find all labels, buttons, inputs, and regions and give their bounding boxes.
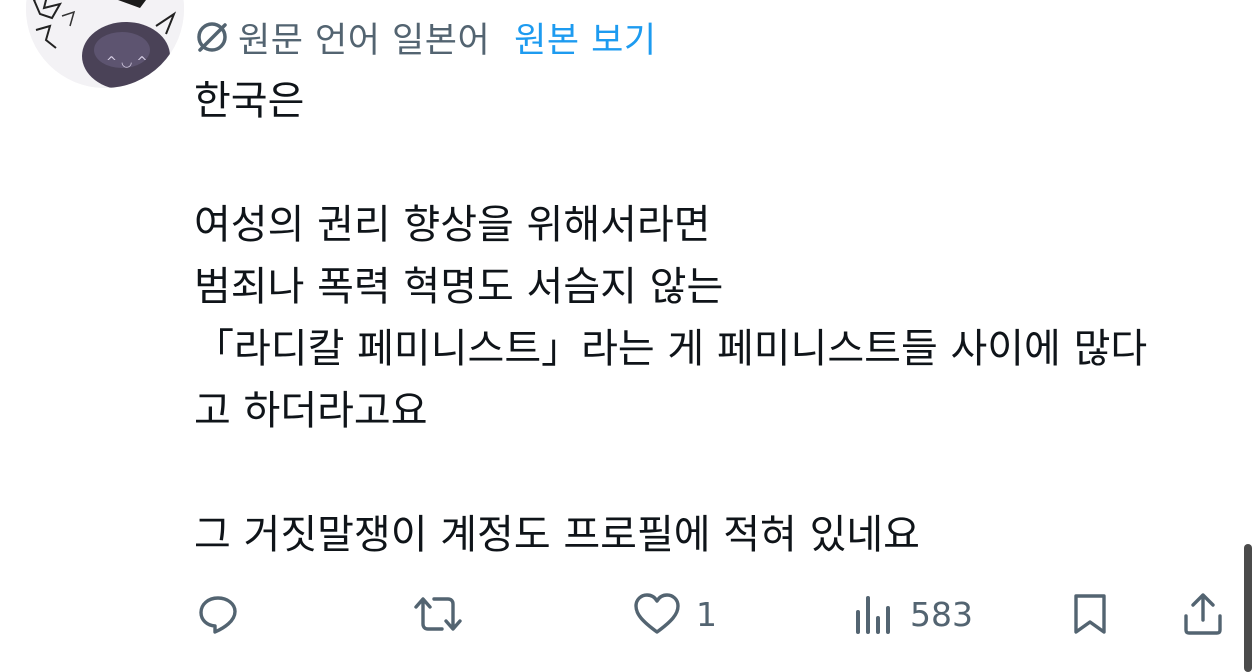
tweet-line: 고 하더라고요	[194, 388, 428, 434]
retweet-button[interactable]	[412, 584, 464, 644]
reply-icon	[194, 590, 242, 638]
tweet-line: 여성의 권리 향상을 위해서라면	[194, 202, 711, 248]
translate-icon	[194, 19, 230, 55]
tweet-line: 「라디칼 페미니스트」라는 게 페미니스트들 사이에 많다	[194, 326, 1148, 372]
scrollbar-thumb[interactable]	[1244, 544, 1252, 672]
views-icon	[852, 590, 896, 638]
translation-label: 원문 언어 일본어	[238, 20, 491, 61]
tweet-line: 한국은	[194, 78, 305, 124]
views-count: 583	[910, 594, 973, 634]
tweet-line: 그 거짓말쟁이 계정도 프로필에 적혀 있네요	[194, 512, 920, 558]
translation-notice: 원문 언어 일본어 원본 보기	[194, 12, 657, 63]
svg-text:^ ◡ ^: ^ ◡ ^	[106, 55, 147, 70]
heart-icon	[632, 590, 682, 638]
retweet-icon	[412, 590, 464, 638]
avatar[interactable]: ^ ◡ ^	[26, 0, 184, 88]
reply-button[interactable]	[194, 584, 242, 644]
bookmark-button[interactable]	[1068, 584, 1112, 644]
tweet-text: 한국은 여성의 권리 향상을 위해서라면 범죄나 폭력 혁명도 서슴지 않는 「…	[194, 70, 1234, 566]
share-icon	[1180, 590, 1226, 638]
like-count: 1	[696, 594, 717, 634]
tweet-line: 범죄나 폭력 혁명도 서슴지 않는	[194, 264, 724, 310]
share-button[interactable]	[1180, 584, 1226, 644]
avatar-image: ^ ◡ ^	[26, 0, 184, 88]
tweet-view: ^ ◡ ^ 원문 언어 일본어 원본 보기 한국은 여성의 권리 향상을 위해서…	[0, 0, 1260, 672]
action-bar: 1 583	[0, 584, 1260, 644]
views-button[interactable]: 583	[852, 584, 973, 644]
like-button[interactable]: 1	[632, 584, 717, 644]
bookmark-icon	[1068, 590, 1112, 638]
show-original-link[interactable]: 원본 보기	[514, 12, 656, 63]
